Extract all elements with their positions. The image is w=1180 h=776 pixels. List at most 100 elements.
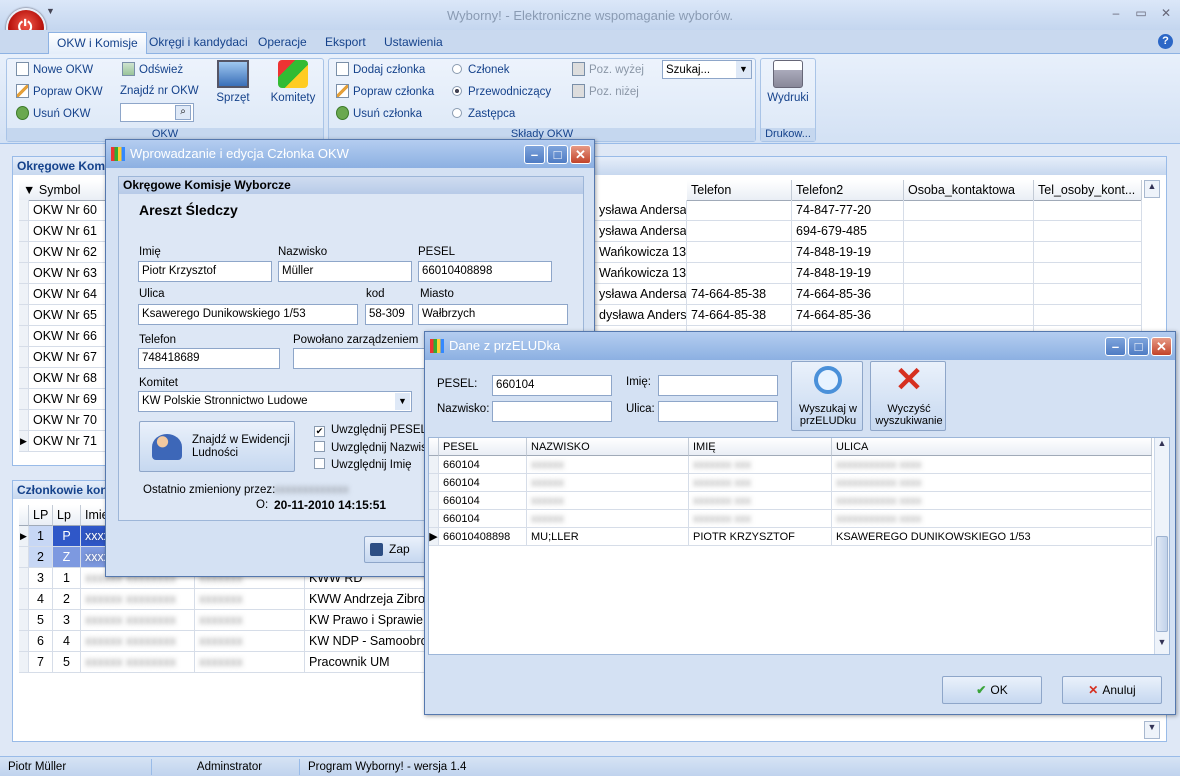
okw-address-cell[interactable]: ysława Andersa (595, 284, 687, 305)
tab-operations[interactable]: Operacje (250, 32, 315, 54)
tab-export[interactable]: Eksport (317, 32, 374, 54)
okw-symbol-cell[interactable]: OKW Nr 63 (29, 263, 109, 284)
member-lp-cell[interactable]: 3 (29, 568, 53, 589)
delete-member-button[interactable]: Usuń członka (336, 105, 422, 123)
elud-street-input[interactable] (658, 401, 778, 422)
registry-scrollbar[interactable]: ▲ ▼ (1154, 438, 1169, 654)
member-lp-cell[interactable]: 6 (29, 631, 53, 652)
okw-symbol-cell[interactable]: OKW Nr 67 (29, 347, 109, 368)
okw-symbol-cell[interactable]: OKW Nr 68 (29, 368, 109, 389)
member-name-cell[interactable]: xxxxxx xxxxxxxx (81, 589, 195, 610)
elud-surname-cell[interactable]: xxxxxx (527, 474, 689, 492)
new-okw-button[interactable]: Nowe OKW (16, 61, 93, 79)
elud-surname-cell[interactable]: xxxxxx (527, 456, 689, 474)
add-member-button[interactable]: Dodaj członka (336, 61, 425, 79)
radio-deputy[interactable]: Zastępca (452, 105, 515, 123)
okw-phone-cell[interactable] (687, 200, 792, 221)
scroll-up-icon[interactable]: ▲ (1155, 438, 1169, 454)
elud-pesel-cell[interactable]: 660104 (439, 456, 527, 474)
okw-address-cell[interactable]: dysława Andersa (595, 305, 687, 326)
okw-contact-phone-cell[interactable] (1034, 221, 1142, 242)
okw-phone2-cell[interactable]: 74-848-19-19 (792, 263, 904, 284)
first-name-input[interactable]: Piotr Krzysztof (138, 261, 272, 282)
column-header-firstname[interactable]: IMIĘ (689, 438, 832, 456)
elud-street-cell[interactable]: xxxxxxxxxxx xxxx (832, 474, 1152, 492)
radio-member[interactable]: Członek (452, 61, 510, 79)
tab-okw[interactable]: OKW i Komisje (48, 32, 147, 54)
okw-phone-cell[interactable] (687, 242, 792, 263)
member-lp2-cell[interactable]: P (53, 526, 81, 547)
okw-phone-cell[interactable] (687, 221, 792, 242)
elud-street-cell[interactable]: xxxxxxxxxxx xxxx (832, 510, 1152, 528)
column-header-pesel[interactable]: PESEL (439, 438, 527, 456)
elud-name-input[interactable] (658, 375, 778, 396)
okw-symbol-cell[interactable]: OKW Nr 64 (29, 284, 109, 305)
scroll-down-icon[interactable]: ▼ (1155, 637, 1169, 653)
dialog-minimize-button[interactable]: – (1105, 337, 1126, 356)
member-lp2-cell[interactable]: 5 (53, 652, 81, 673)
okw-address-cell[interactable]: ysława Andersa (595, 221, 687, 242)
equipment-button[interactable]: Sprzęt (208, 60, 258, 104)
column-header-symbol[interactable]: ▼ Symbol (19, 180, 109, 201)
member-surname-cell[interactable]: xxxxxxx (195, 652, 305, 673)
member-lp2-cell[interactable]: 1 (53, 568, 81, 589)
member-committee-cell[interactable]: KWW Andrzeja Zibro (305, 589, 425, 610)
okw-phone2-cell[interactable]: 74-664-85-36 (792, 305, 904, 326)
registry-search-button[interactable]: Wyszukaj w przELUDku (791, 361, 863, 431)
elud-name-cell[interactable]: xxxxxxx xxx (689, 492, 832, 510)
registry-clear-button[interactable]: ✕ Wyczyść wyszukiwanie (870, 361, 946, 431)
okw-contact-cell[interactable] (904, 221, 1034, 242)
member-surname-cell[interactable]: xxxxxxx (195, 631, 305, 652)
okw-contact-cell[interactable] (904, 305, 1034, 326)
okw-symbol-cell[interactable]: OKW Nr 70 (29, 410, 109, 431)
okw-contact-cell[interactable] (904, 242, 1034, 263)
edit-okw-button[interactable]: Popraw OKW (16, 83, 103, 101)
column-header-surname[interactable]: NAZWISKO (527, 438, 689, 456)
okw-contact-cell[interactable] (904, 200, 1034, 221)
check-name[interactable]: Uwzględnij Imię (314, 458, 412, 471)
elud-pesel-cell[interactable]: 660104 (439, 474, 527, 492)
member-lp-cell[interactable]: 2 (29, 547, 53, 568)
dialog-close-button[interactable]: ✕ (1151, 337, 1172, 356)
tab-districts[interactable]: Okręgi i kandydaci (141, 32, 256, 54)
okw-contact-cell[interactable] (904, 263, 1034, 284)
okw-contact-phone-cell[interactable] (1034, 200, 1142, 221)
tab-settings[interactable]: Ustawienia (376, 32, 451, 54)
member-lp2-cell[interactable]: 4 (53, 631, 81, 652)
scroll-down-icon[interactable]: ▼ (1144, 721, 1160, 739)
member-surname-cell[interactable]: xxxxxxx (195, 589, 305, 610)
okw-contact-cell[interactable] (904, 284, 1034, 305)
elud-surname-input[interactable] (492, 401, 612, 422)
city-input[interactable]: Wałbrzych (418, 304, 568, 325)
refresh-button[interactable]: Odśwież (122, 61, 183, 79)
elud-surname-cell[interactable]: MU;LLER (527, 528, 689, 546)
member-name-cell[interactable]: xxxxxx xxxxxxxx (81, 631, 195, 652)
print-button[interactable]: Wydruki (763, 60, 813, 104)
elud-name-cell[interactable]: xxxxxxx xxx (689, 456, 832, 474)
elud-surname-cell[interactable]: xxxxxx (527, 492, 689, 510)
committee-select[interactable]: KW Polskie Stronnictwo Ludowe ▼ (138, 391, 412, 412)
okw-contact-phone-cell[interactable] (1034, 305, 1142, 326)
okw-phone2-cell[interactable]: 74-664-85-36 (792, 284, 904, 305)
help-icon[interactable]: ? (1158, 34, 1173, 49)
elud-name-cell[interactable]: xxxxxxx xxx (689, 474, 832, 492)
okw-phone2-cell[interactable]: 74-848-19-19 (792, 242, 904, 263)
ok-button[interactable]: ✔ OK (942, 676, 1042, 704)
elud-street-cell[interactable]: KSAWEREGO DUNIKOWSKIEGO 1/53 (832, 528, 1152, 546)
scroll-up-icon[interactable]: ▲ (1144, 180, 1160, 198)
member-lp2-cell[interactable]: 3 (53, 610, 81, 631)
find-in-registry-button[interactable]: Znajdź w Ewidencji Ludności (139, 421, 295, 472)
column-header-phone2[interactable]: Telefon2 (792, 180, 904, 201)
okw-symbol-cell[interactable]: OKW Nr 71 (29, 431, 109, 452)
member-surname-cell[interactable]: xxxxxxx (195, 610, 305, 631)
column-header-contact-phone[interactable]: Tel_osoby_kont... (1034, 180, 1142, 201)
elud-pesel-cell[interactable]: 660104 (439, 510, 527, 528)
member-lp-cell[interactable]: 1 (29, 526, 53, 547)
okw-symbol-cell[interactable]: OKW Nr 69 (29, 389, 109, 410)
column-header-contact[interactable]: Osoba_kontaktowa (904, 180, 1034, 201)
member-committee-cell[interactable]: Pracownik UM (305, 652, 425, 673)
dialog-maximize-button[interactable]: □ (1128, 337, 1149, 356)
member-committee-cell[interactable]: KW Prawo i Sprawie (305, 610, 425, 631)
radio-chair[interactable]: Przewodniczący (452, 83, 551, 101)
member-committee-cell[interactable]: KW NDP - Samoobro (305, 631, 425, 652)
